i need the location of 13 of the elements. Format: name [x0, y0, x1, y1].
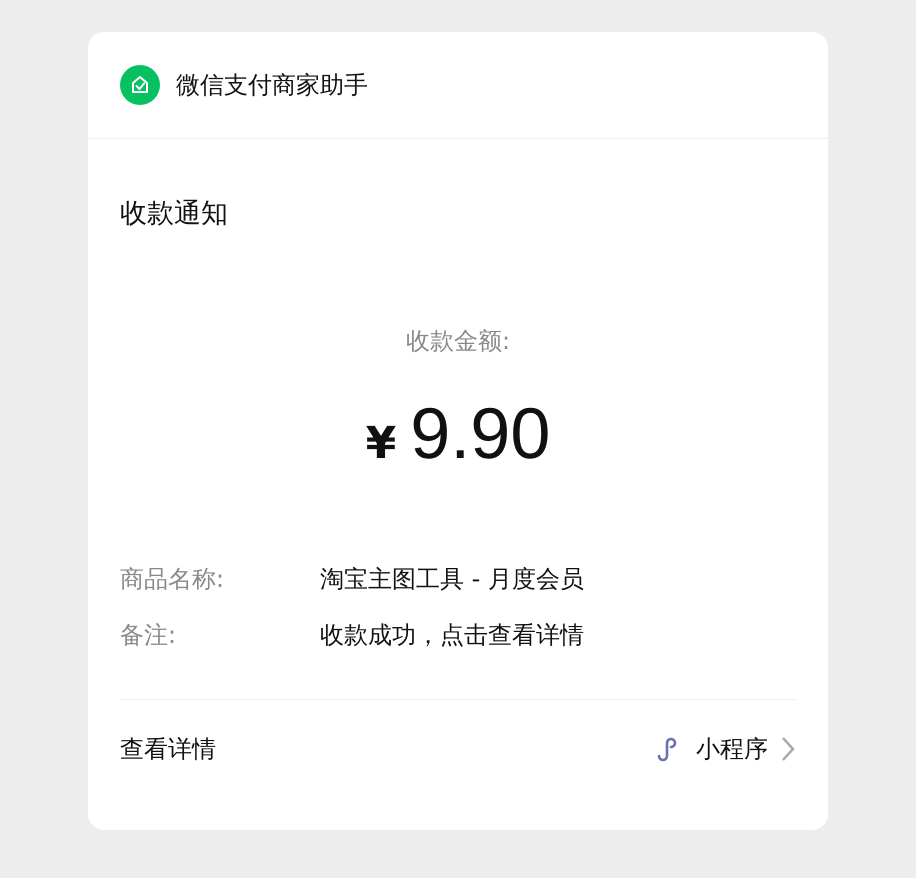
details-link[interactable]: 查看详情: [120, 733, 216, 765]
shop-check-icon: [120, 65, 160, 105]
amount-value: 9.90: [410, 393, 550, 475]
field-value: 收款成功，点击查看详情: [320, 620, 584, 651]
notification-title: 收款通知: [120, 197, 228, 231]
field-value: 淘宝主图工具 - 月度会员: [320, 564, 584, 595]
field-label: 备注:: [120, 620, 178, 651]
amount-label: 收款金额:: [406, 326, 510, 357]
currency-symbol: ¥: [366, 418, 396, 469]
field-label: 商品名称:: [120, 564, 226, 595]
mini-program-label: 小程序: [696, 734, 768, 765]
app-name: 微信支付商家助手: [176, 70, 368, 101]
chevron-right-icon[interactable]: [780, 736, 796, 762]
